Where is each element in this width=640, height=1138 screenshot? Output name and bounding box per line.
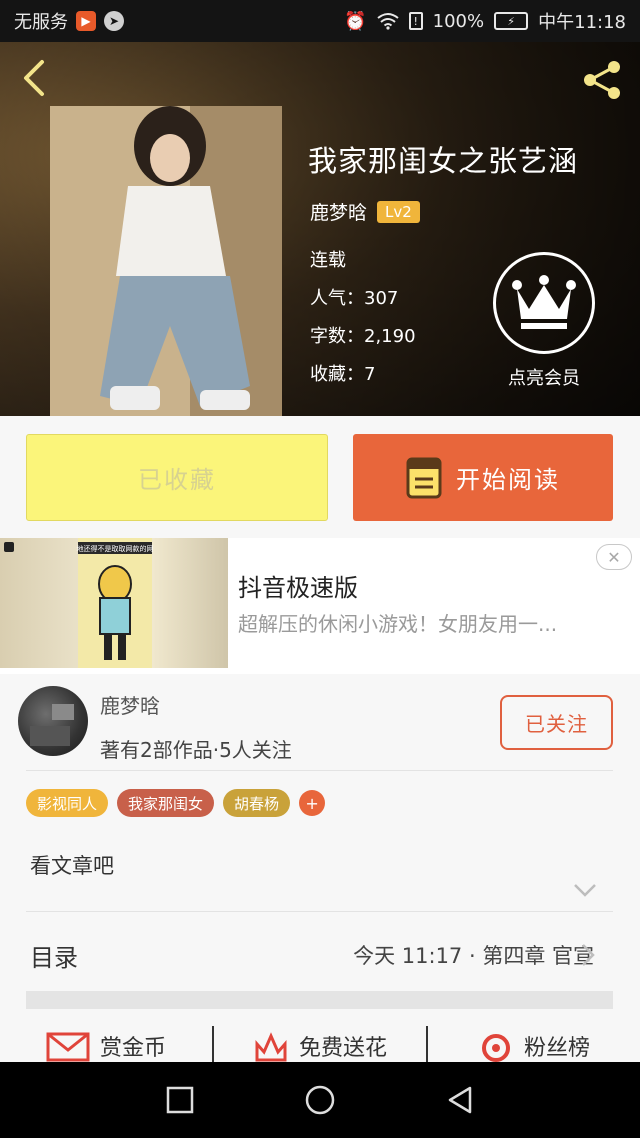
- add-tag-button[interactable]: +: [299, 790, 326, 816]
- tab-reward-coins[interactable]: 赏金币: [0, 1026, 214, 1066]
- start-reading-button[interactable]: 开始阅读: [353, 434, 613, 521]
- alarm-icon: ⏰: [344, 10, 367, 32]
- chevron-down-icon[interactable]: [572, 882, 598, 898]
- author-row: 鹿梦晗 Lv2: [310, 198, 420, 225]
- book-detail-page: 无服务 ▶ ➤ ⏰ ! 100% ⚡ 中午11:18 我家那闺女之张艺涵 鹿梦晗…: [0, 0, 640, 1138]
- home-button[interactable]: [300, 1080, 340, 1120]
- location-icon: ➤: [104, 11, 124, 31]
- carrier-text: 无服务: [14, 12, 68, 33]
- tab-send-flowers[interactable]: 免费送花: [214, 1026, 428, 1066]
- section-separator: [26, 991, 613, 1009]
- ad-image[interactable]: 地还得不是取取网款的网: [0, 538, 228, 668]
- book-icon: [406, 457, 442, 498]
- author-section-name[interactable]: 鹿梦晗: [100, 690, 160, 719]
- tab-label: 赏金币: [99, 1036, 166, 1061]
- recent-apps-button[interactable]: [160, 1080, 200, 1120]
- ad-description: 超解压的休闲小游戏！女朋友用一...: [238, 612, 558, 636]
- sim-alert-icon: !: [408, 12, 423, 30]
- tag-chip[interactable]: 胡春杨: [223, 789, 291, 817]
- tag-list: 影视同人 我家那闺女 胡春杨 +: [26, 789, 326, 817]
- triangle-back-icon: [448, 1086, 472, 1114]
- status-left: 无服务 ▶ ➤: [14, 8, 124, 34]
- battery-percent: 100%: [432, 10, 485, 32]
- serial-status: 连载: [310, 250, 346, 271]
- tag-chip[interactable]: 我家那闺女: [117, 789, 215, 817]
- cover-illustration: [50, 106, 282, 416]
- back-arrow-icon[interactable]: [16, 58, 56, 98]
- square-icon: [166, 1086, 194, 1114]
- book-intro: 看文章吧: [30, 854, 114, 878]
- start-reading-label: 开始阅读: [456, 466, 560, 494]
- latest-chapter: 今天 11:17 · 第四章 官宣: [353, 944, 594, 968]
- envelope-icon: [46, 1032, 90, 1062]
- action-bar: 已收藏 开始阅读: [0, 416, 640, 538]
- level-badge: Lv2: [377, 200, 420, 223]
- tab-label: 免费送花: [298, 1036, 387, 1061]
- vip-label: 点亮会员: [508, 368, 580, 389]
- book-cover-image[interactable]: [50, 106, 282, 416]
- toc-label: 目录: [30, 944, 78, 972]
- ad-banner[interactable]: 地还得不是取取网款的网 抖音极速版 超解压的休闲小游戏！女朋友用一...: [0, 538, 640, 674]
- tab-label: 粉丝榜: [523, 1036, 590, 1061]
- circle-icon: [305, 1085, 335, 1115]
- chevron-right-icon: [582, 944, 595, 966]
- video-app-icon: ▶: [76, 11, 96, 31]
- battery-icon: ⚡: [494, 12, 529, 30]
- tab-fan-ranking[interactable]: 粉丝榜: [428, 1026, 640, 1066]
- author-section: 鹿梦晗 著有2部作品·5人关注 已关注 影视同人 我家那闺女 胡春杨 + 看文章…: [0, 676, 640, 1071]
- follow-button[interactable]: 已关注: [500, 695, 613, 750]
- vip-button[interactable]: 点亮会员: [492, 252, 596, 390]
- system-nav-bar: [0, 1062, 640, 1138]
- author-avatar[interactable]: [18, 686, 88, 756]
- ring-icon: [481, 1034, 510, 1062]
- share-icon[interactable]: [580, 58, 626, 102]
- table-of-contents-row[interactable]: 目录 今天 11:17 · 第四章 官宣: [0, 912, 640, 992]
- tag-chip[interactable]: 影视同人: [26, 789, 109, 817]
- author-stats: 著有2部作品·5人关注: [100, 738, 292, 762]
- word-count-stat: 字数：2,190: [310, 326, 416, 347]
- popularity-stat: 人气：307: [310, 288, 399, 309]
- ad-image-caption: 地还得不是取取网款的网: [77, 544, 154, 553]
- wifi-icon: [377, 13, 399, 30]
- flower-icon: [255, 1032, 287, 1062]
- collect-button[interactable]: 已收藏: [26, 434, 328, 521]
- ad-title[interactable]: 抖音极速版: [238, 568, 358, 603]
- status-right: ⏰ ! 100% ⚡ 中午11:18: [344, 8, 626, 34]
- book-header: 我家那闺女之张艺涵 鹿梦晗 Lv2 连载 人气：307 字数：2,190 收藏：…: [0, 42, 640, 416]
- ad-close-button[interactable]: ✕: [596, 544, 632, 570]
- favorites-stat: 收藏：7: [310, 364, 376, 385]
- crown-icon: [493, 252, 595, 354]
- divider: [26, 770, 613, 771]
- book-title: 我家那闺女之张艺涵: [308, 144, 579, 178]
- clock-text: 中午11:18: [538, 12, 626, 33]
- author-name[interactable]: 鹿梦晗: [310, 198, 367, 225]
- ad-illustration: 地还得不是取取网款的网: [4, 538, 154, 668]
- back-button[interactable]: [440, 1080, 480, 1120]
- status-bar: 无服务 ▶ ➤ ⏰ ! 100% ⚡ 中午11:18: [0, 0, 640, 42]
